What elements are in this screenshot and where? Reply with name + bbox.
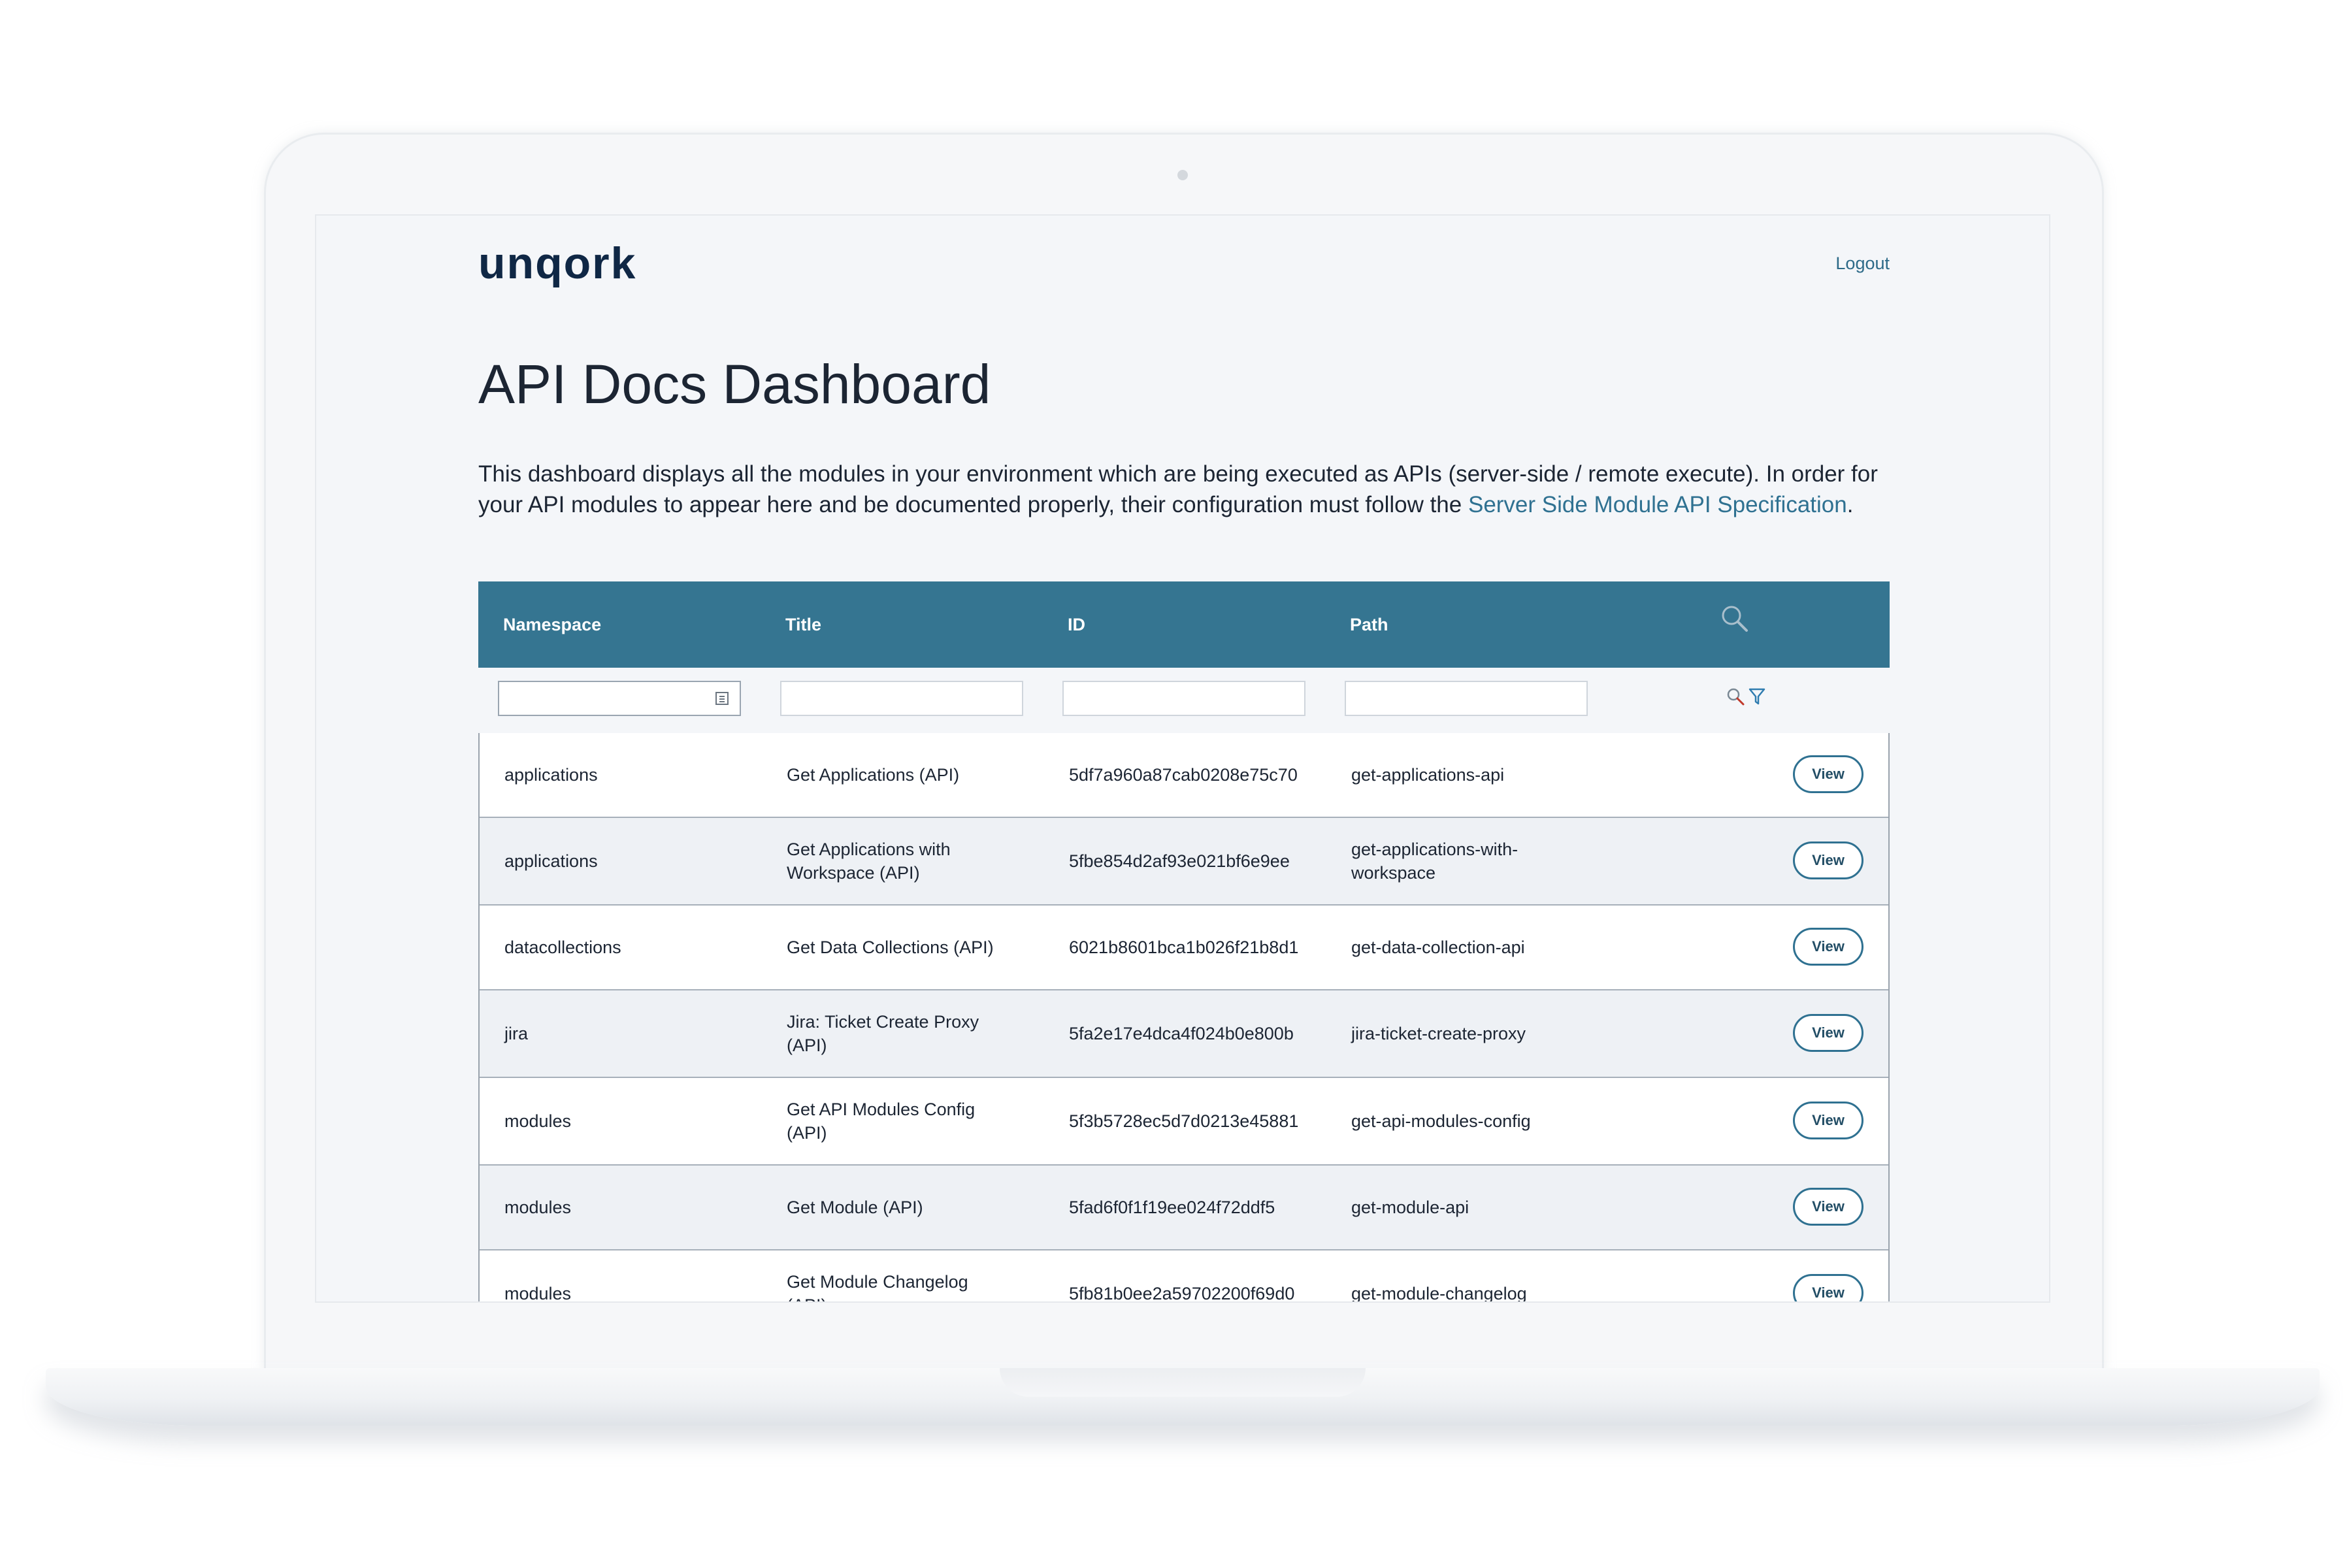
filter-row: [478, 668, 1890, 733]
unqork-logo: unqork: [478, 238, 637, 288]
cell-title: Get Applications with Workspace (API): [787, 840, 951, 883]
cell-title: Get Module (API): [787, 1198, 923, 1217]
cell-id: 5fad6f0f1f19ee024f72ddf5: [1069, 1198, 1275, 1217]
table-row: jira Jira: Ticket Create Proxy (API) 5fa…: [480, 990, 1888, 1078]
table-row: applications Get Applications with Works…: [480, 818, 1888, 906]
table-row: datacollections Get Data Collections (AP…: [480, 906, 1888, 990]
view-button[interactable]: View: [1793, 755, 1863, 793]
view-button[interactable]: View: [1793, 1274, 1863, 1301]
view-button[interactable]: View: [1793, 1188, 1863, 1226]
magnifier-icon[interactable]: [1726, 687, 1745, 706]
column-header-namespace[interactable]: Namespace: [503, 581, 601, 668]
namespace-filter-input[interactable]: [498, 681, 741, 716]
column-header-path[interactable]: Path: [1350, 581, 1388, 668]
cell-id: 5f3b5728ec5d7d0213e45881: [1069, 1111, 1299, 1131]
cell-title: Get Applications (API): [787, 765, 960, 785]
logout-link[interactable]: Logout: [1835, 253, 1890, 274]
table-row: modules Get Module (API) 5fad6f0f1f19ee0…: [480, 1166, 1888, 1250]
cell-title: Get Module Changelog (API): [787, 1272, 968, 1301]
cell-title: Get API Modules Config (API): [787, 1100, 976, 1143]
cell-id: 5fa2e17e4dca4f024b0e800b: [1069, 1024, 1294, 1043]
laptop-camera: [1177, 170, 1188, 180]
cell-namespace: modules: [504, 1111, 572, 1131]
cell-id: 6021b8601bca1b026f21b8d1: [1069, 938, 1299, 957]
view-button[interactable]: View: [1793, 928, 1863, 966]
description-end: .: [1846, 492, 1854, 517]
laptop-notch: [1000, 1368, 1366, 1397]
cell-id: 5fb81b0ee2a59702200f69d0: [1069, 1284, 1295, 1303]
path-filter-input[interactable]: [1345, 681, 1588, 716]
page-title: API Docs Dashboard: [478, 353, 991, 415]
table-row: modules Get API Modules Config (API) 5f3…: [480, 1078, 1888, 1166]
search-icon[interactable]: [1720, 604, 1748, 632]
cell-title: Get Data Collections (API): [787, 938, 994, 957]
page-content: unqork Logout API Docs Dashboard This da…: [478, 216, 1890, 1301]
table-row: applications Get Applications (API) 5df7…: [480, 733, 1888, 818]
table-row: modules Get Module Changelog (API) 5fb81…: [480, 1250, 1888, 1303]
spec-link[interactable]: Server Side Module API Specification: [1468, 492, 1847, 517]
cell-namespace: jira: [504, 1024, 529, 1043]
cell-id: 5df7a960a87cab0208e75c70: [1069, 765, 1298, 785]
cell-path: jira-ticket-create-proxy: [1351, 1024, 1526, 1043]
cell-namespace: applications: [504, 851, 598, 871]
id-filter-input[interactable]: [1062, 681, 1305, 716]
cell-path: get-api-modules-config: [1351, 1111, 1531, 1131]
view-button[interactable]: View: [1793, 841, 1863, 879]
cell-namespace: modules: [504, 1198, 572, 1217]
cell-path: get-applications-with-workspace: [1351, 840, 1518, 883]
filter-icon[interactable]: [1748, 687, 1765, 706]
cell-path: get-module-api: [1351, 1198, 1469, 1217]
cell-path: get-module-changelog: [1351, 1284, 1527, 1303]
column-header-id[interactable]: ID: [1068, 581, 1085, 668]
view-button[interactable]: View: [1793, 1014, 1863, 1052]
cell-path: get-applications-api: [1351, 765, 1505, 785]
cell-path: get-data-collection-api: [1351, 938, 1525, 957]
cell-namespace: datacollections: [504, 938, 621, 957]
table-body: applications Get Applications (API) 5df7…: [478, 733, 1890, 1303]
calendar-icon[interactable]: [715, 691, 729, 706]
table-header: Namespace Title ID Path: [478, 581, 1890, 668]
title-filter-input[interactable]: [780, 681, 1023, 716]
cell-id: 5fbe854d2af93e021bf6e9ee: [1069, 851, 1290, 871]
view-button[interactable]: View: [1793, 1102, 1863, 1139]
api-modules-table: Namespace Title ID Path applications Get…: [478, 581, 1890, 1303]
laptop-screen: unqork Logout API Docs Dashboard This da…: [315, 214, 2050, 1303]
cell-title: Jira: Ticket Create Proxy (API): [787, 1012, 979, 1055]
page-description: This dashboard displays all the modules …: [478, 459, 1896, 520]
cell-namespace: modules: [504, 1284, 572, 1303]
cell-namespace: applications: [504, 765, 598, 785]
column-header-title[interactable]: Title: [785, 581, 821, 668]
